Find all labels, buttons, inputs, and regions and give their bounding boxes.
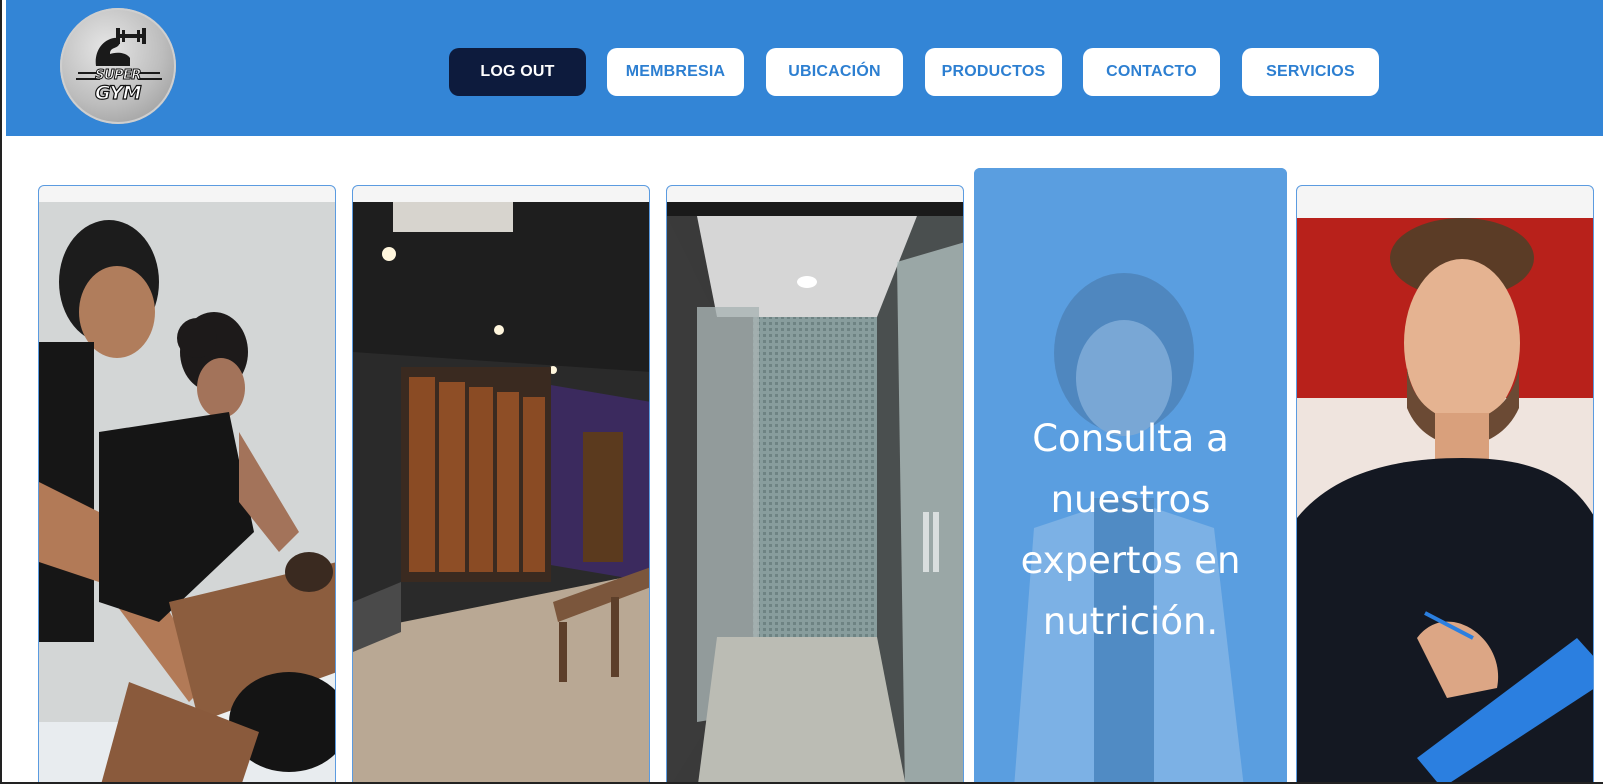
logout-button[interactable]: LOG OUT	[449, 48, 586, 96]
gym-logo[interactable]: SUPER GYM	[60, 8, 176, 124]
shower-photo	[667, 202, 963, 782]
service-card-trainer[interactable]	[1296, 185, 1594, 782]
header: SUPER GYM LOG OUT MEMBRESIA UBICACIÓN PR…	[6, 0, 1603, 136]
service-card-massage[interactable]	[38, 185, 336, 782]
nutrition-caption: Consulta a nuestros expertos en nutrició…	[1020, 417, 1241, 643]
nav-productos-button[interactable]: PRODUCTOS	[925, 48, 1062, 96]
service-card-showers[interactable]	[666, 185, 964, 782]
nav-servicios-button[interactable]: SERVICIOS	[1242, 48, 1379, 96]
nav-membresia-button[interactable]: MEMBRESIA	[607, 48, 744, 96]
locker-room-photo	[353, 202, 649, 782]
service-card-nutrition[interactable]: Consulta a nuestros expertos en nutrició…	[974, 168, 1287, 782]
trainer-photo	[1297, 218, 1593, 782]
page: SUPER GYM LOG OUT MEMBRESIA UBICACIÓN PR…	[0, 0, 1603, 784]
logo-text-gym: GYM	[94, 81, 142, 104]
massage-photo	[39, 202, 335, 782]
nav-ubicacion-button[interactable]: UBICACIÓN	[766, 48, 903, 96]
service-card-lockers[interactable]	[352, 185, 650, 782]
dumbbell-arm-icon	[76, 28, 162, 80]
nav-contacto-button[interactable]: CONTACTO	[1083, 48, 1220, 96]
logo-text-super: SUPER	[95, 68, 142, 84]
